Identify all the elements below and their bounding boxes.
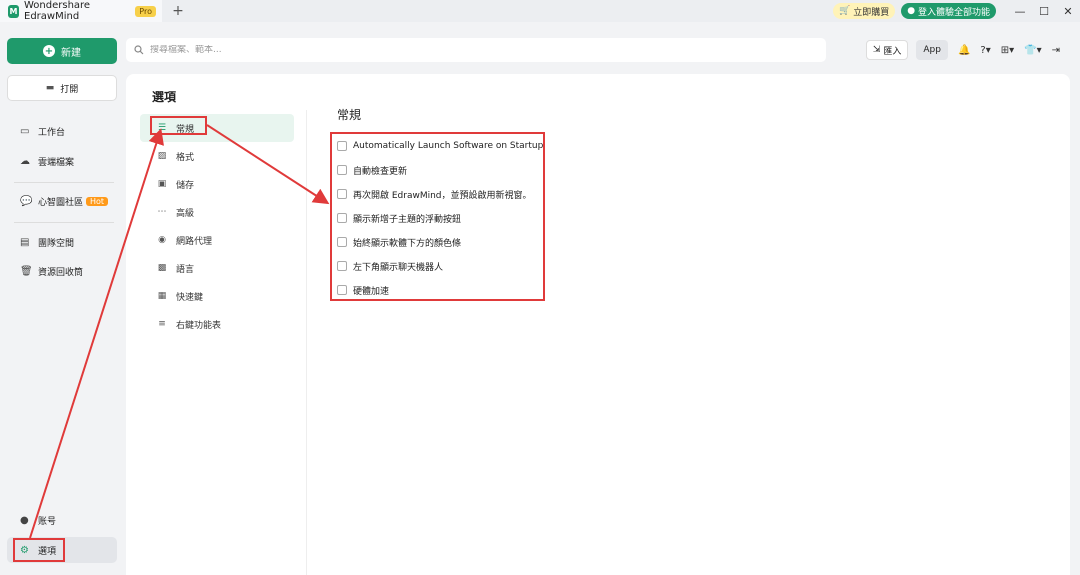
- cloud-icon: ☁: [20, 156, 30, 167]
- import-button[interactable]: ⇲ 匯入: [865, 40, 909, 60]
- options-category-shortcut[interactable]: ▦ 快速鍵: [140, 282, 294, 310]
- options-category-advanced[interactable]: ⋯ 高級: [140, 198, 294, 226]
- login-label: 登入體驗全部功能: [917, 7, 990, 18]
- app-name: Wondershare EdrawMind: [24, 0, 91, 22]
- proxy-icon: ◉: [158, 235, 166, 245]
- buy-label: 立即購買: [853, 7, 890, 18]
- options-category-language[interactable]: ▩ 語言: [140, 254, 294, 282]
- sidebar-item-label: 雲端檔案: [38, 158, 75, 168]
- sidebar-item-cloud[interactable]: ☁ 雲端檔案: [20, 155, 74, 168]
- title-bar: M Wondershare EdrawMind Pro + 🛒 立即購買 ● 登…: [0, 0, 1080, 22]
- account-icon: ●: [20, 515, 29, 526]
- sidebar-item-label: 團隊空間: [38, 239, 75, 249]
- language-icon: ▩: [157, 263, 167, 273]
- advanced-icon: ⋯: [157, 207, 167, 217]
- options-category-proxy[interactable]: ◉ 網路代理: [140, 226, 294, 254]
- options-category-context-menu[interactable]: ≡ 右鍵功能表: [140, 310, 294, 338]
- minimize-icon[interactable]: —: [1008, 5, 1032, 18]
- sidebar-item-workspace[interactable]: ▭ 工作台: [20, 125, 65, 138]
- edrawmind-logo-icon: M: [8, 4, 19, 18]
- annotation-box-options: [13, 538, 65, 562]
- new-label: 新建: [61, 47, 81, 59]
- options-category-list: ☰ 常規 ▨ 格式 ▣ 儲存 ⋯ 高級 ◉ 網路代理 ▩ 語言 ▦ 快速鍵 ≡ …: [140, 114, 294, 338]
- options-category-save[interactable]: ▣ 儲存: [140, 170, 294, 198]
- close-icon[interactable]: ✕: [1056, 5, 1080, 18]
- category-label: 右鍵功能表: [176, 320, 222, 331]
- annotation-box-general: [150, 116, 207, 135]
- sidebar-divider: [14, 222, 114, 223]
- home-icon: ▭: [20, 126, 30, 137]
- options-title: 選項: [152, 90, 177, 104]
- user-icon: ●: [907, 6, 916, 16]
- category-label: 網路代理: [176, 236, 213, 247]
- open-button[interactable]: ▬ 打開: [7, 75, 117, 101]
- save-icon: ▣: [157, 179, 167, 189]
- format-icon: ▨: [157, 151, 167, 161]
- maximize-icon[interactable]: ☐: [1032, 5, 1056, 18]
- app-button[interactable]: App: [916, 40, 948, 60]
- new-button[interactable]: + 新建: [7, 38, 117, 64]
- team-icon: ▤: [20, 237, 30, 248]
- shortcut-icon: ▦: [157, 291, 167, 301]
- open-label: 打開: [60, 84, 79, 95]
- hot-badge: Hot: [86, 197, 109, 206]
- sidebar-item-account[interactable]: ● 账号: [20, 514, 56, 527]
- panel-divider: [306, 110, 307, 575]
- sidebar-item-label: 心智圖社區: [38, 198, 84, 208]
- category-label: 儲存: [176, 180, 195, 191]
- import-icon: ⇲: [872, 45, 881, 55]
- sidebar-item-team[interactable]: ▤ 團隊空間: [20, 236, 74, 249]
- help-icon[interactable]: ?▾: [980, 45, 990, 56]
- community-icon: 💬: [20, 196, 33, 207]
- sidebar-item-community[interactable]: 💬 心智圖社區 Hot: [20, 195, 109, 208]
- search-box[interactable]: [126, 38, 826, 62]
- section-title: 常規: [337, 108, 362, 122]
- search-input[interactable]: [150, 45, 750, 55]
- import-label: 匯入: [883, 46, 902, 57]
- pro-badge: Pro: [135, 5, 156, 17]
- sidebar-item-label: 工作台: [38, 128, 66, 138]
- sidebar-item-label: 資源回收筒: [38, 268, 84, 278]
- context-menu-icon: ≡: [158, 319, 166, 329]
- grid-icon[interactable]: ⊞▾: [1001, 45, 1014, 56]
- options-category-format[interactable]: ▨ 格式: [140, 142, 294, 170]
- search-icon: [134, 45, 144, 55]
- toolbar: + 新建 ⇲ 匯入 App 🔔 ?▾ ⊞▾ 👕▾ ⇥: [0, 22, 1080, 74]
- category-label: 快速鍵: [176, 292, 204, 303]
- category-label: 格式: [176, 152, 195, 163]
- folder-icon: ▬: [45, 83, 55, 93]
- login-button[interactable]: ● 登入體驗全部功能: [901, 3, 996, 19]
- sidebar-item-label: 账号: [38, 517, 57, 527]
- bell-icon[interactable]: 🔔: [958, 45, 970, 56]
- plus-icon: +: [43, 45, 55, 57]
- sidebar-item-trash[interactable]: 🗑 資源回收筒: [20, 265, 83, 278]
- new-tab-button[interactable]: +: [170, 3, 186, 19]
- sidebar-divider: [14, 182, 114, 183]
- category-label: 高級: [176, 208, 195, 219]
- buy-button[interactable]: 🛒 立即購買: [833, 3, 896, 19]
- category-label: 語言: [176, 264, 195, 275]
- app-tab[interactable]: M Wondershare EdrawMind Pro: [0, 0, 162, 22]
- collapse-icon[interactable]: ⇥: [1052, 45, 1060, 56]
- shirt-icon[interactable]: 👕▾: [1024, 45, 1041, 56]
- cart-icon: 🛒: [839, 6, 851, 16]
- trash-icon: 🗑: [20, 266, 33, 277]
- annotation-box-settings: [330, 132, 545, 301]
